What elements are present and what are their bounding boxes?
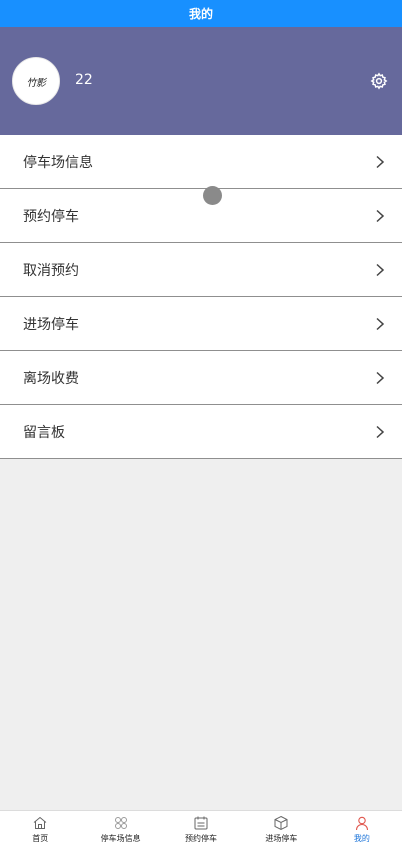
menu-item-label: 进场停车 xyxy=(23,316,79,333)
chevron-right-icon xyxy=(376,317,385,330)
menu-item-parking-info[interactable]: 停车场信息 xyxy=(0,135,402,189)
tab-label: 预约停车 xyxy=(185,834,218,843)
chevron-right-icon xyxy=(376,425,385,438)
tab-reserve-parking[interactable]: 预约停车 xyxy=(161,811,241,844)
chevron-right-icon xyxy=(376,263,385,276)
bottom-tab-bar: 首页 停车场信息 预约停车 进场停车 我的 xyxy=(0,810,402,844)
menu-item-label: 停车场信息 xyxy=(23,154,93,171)
tab-parking-info[interactable]: 停车场信息 xyxy=(80,811,160,844)
menu-item-reserve-parking[interactable]: 预约停车 xyxy=(0,189,402,243)
profile-header: 竹影 22 xyxy=(0,27,402,135)
username: 22 xyxy=(75,72,93,88)
menu-item-label: 留言板 xyxy=(23,424,65,441)
tab-home[interactable]: 首页 xyxy=(0,811,80,844)
title-bar: 我的 xyxy=(0,0,402,27)
menu-list: 停车场信息 预约停车 取消预约 进场停车 离场收费 留言板 xyxy=(0,135,402,459)
tab-enter-parking[interactable]: 进场停车 xyxy=(241,811,321,844)
menu-item-label: 离场收费 xyxy=(23,370,79,387)
menu-item-enter-parking[interactable]: 进场停车 xyxy=(0,297,402,351)
calendar-icon xyxy=(194,816,208,830)
box-icon xyxy=(274,815,288,831)
avatar-signature: 竹影 xyxy=(26,77,47,89)
avatar[interactable]: 竹影 xyxy=(12,57,60,105)
menu-item-exit-payment[interactable]: 离场收费 xyxy=(0,351,402,405)
menu-item-message-board[interactable]: 留言板 xyxy=(0,405,402,459)
grid-icon xyxy=(114,817,127,829)
gear-icon[interactable] xyxy=(370,72,388,90)
menu-item-cancel-reservation[interactable]: 取消预约 xyxy=(0,243,402,297)
menu-item-label: 预约停车 xyxy=(23,208,79,225)
floating-touch-dot[interactable] xyxy=(203,186,222,205)
chevron-right-icon xyxy=(376,371,385,384)
home-icon xyxy=(33,816,47,829)
chevron-right-icon xyxy=(376,209,385,222)
menu-item-label: 取消预约 xyxy=(23,262,79,279)
page-title: 我的 xyxy=(188,7,213,21)
chevron-right-icon xyxy=(376,155,385,168)
tab-label: 我的 xyxy=(353,834,370,843)
user-icon xyxy=(355,816,368,831)
tab-label: 进场停车 xyxy=(265,834,298,843)
tab-label: 停车场信息 xyxy=(100,834,141,843)
tab-mine[interactable]: 我的 xyxy=(322,811,402,844)
tab-label: 首页 xyxy=(32,834,49,843)
